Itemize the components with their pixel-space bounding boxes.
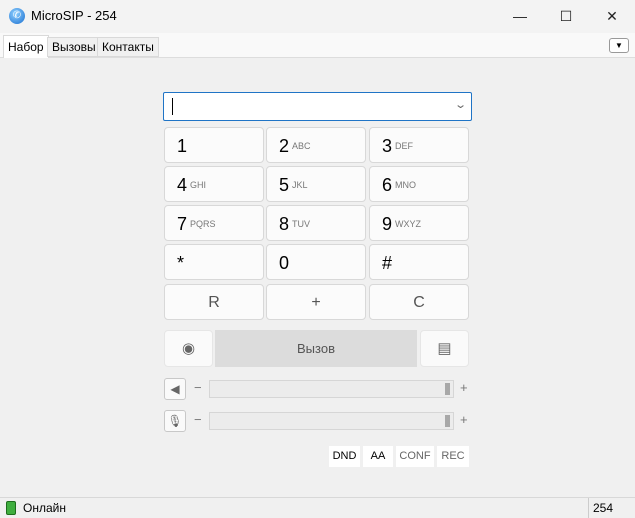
key-letters: MNO: [395, 180, 416, 190]
key-2[interactable]: 2 ABC: [266, 127, 366, 163]
key-letters: GHI: [190, 180, 207, 190]
plus-button[interactable]: +: [266, 284, 366, 320]
key-digit: 7: [177, 214, 188, 234]
record-button[interactable]: REC: [437, 446, 469, 467]
text-caret: [172, 98, 173, 115]
title-bar: ✆ MicroSIP - 254 — ☐ ✕: [0, 0, 635, 33]
tab-dialpad[interactable]: Набор: [3, 35, 49, 58]
microphone-icon: 🎙: [167, 414, 183, 428]
key-1[interactable]: 1: [164, 127, 264, 163]
redial-label: R: [208, 294, 220, 311]
clear-button[interactable]: C: [369, 284, 469, 320]
speaker-mute-button[interactable]: ◀: [164, 378, 186, 400]
dnd-button[interactable]: DND: [329, 446, 360, 467]
key-digit: 4: [177, 175, 188, 195]
key-digit: *: [177, 253, 185, 273]
speaker-minus: −: [194, 380, 202, 395]
speaker-volume-slider[interactable]: [209, 380, 454, 398]
key-#[interactable]: #: [369, 244, 469, 280]
app-phone-icon: ✆: [9, 8, 25, 24]
key-letters: TUV: [292, 219, 310, 229]
slider-thumb[interactable]: [445, 415, 450, 427]
key-9[interactable]: 9 WXYZ: [369, 205, 469, 241]
message-icon: ▤: [437, 340, 452, 357]
mic-plus: +: [460, 412, 468, 427]
key-digit: 1: [177, 136, 188, 156]
clear-label: C: [413, 294, 425, 311]
webcam-icon: ◉: [181, 340, 196, 357]
key-digit: 5: [279, 175, 290, 195]
account-number: 254: [593, 501, 614, 515]
message-button[interactable]: ▤: [420, 330, 469, 367]
status-text[interactable]: Онлайн: [23, 501, 66, 515]
maximize-button[interactable]: ☐: [543, 0, 589, 32]
key-8[interactable]: 8 TUV: [266, 205, 366, 241]
key-letters: PQRS: [190, 219, 216, 229]
plus-label: +: [311, 294, 321, 311]
key-digit: 3: [382, 136, 393, 156]
key-5[interactable]: 5 JKL: [266, 166, 366, 202]
conference-button[interactable]: CONF: [396, 446, 434, 467]
key-digit: 2: [279, 136, 290, 156]
key-letters: DEF: [395, 141, 413, 151]
key-7[interactable]: 7 PQRS: [164, 205, 264, 241]
key-*[interactable]: *: [164, 244, 264, 280]
redial-button[interactable]: R: [164, 284, 264, 320]
chevron-down-icon[interactable]: ⌄: [454, 98, 467, 111]
number-input[interactable]: ⌄: [163, 92, 472, 121]
key-digit: 9: [382, 214, 393, 234]
tab-contacts[interactable]: Контакты: [97, 37, 159, 57]
key-4[interactable]: 4 GHI: [164, 166, 264, 202]
key-0[interactable]: 0: [266, 244, 366, 280]
tab-calls[interactable]: Вызовы: [47, 37, 101, 57]
auto-answer-button[interactable]: AA: [363, 446, 393, 467]
tab-menu-button[interactable]: ▼: [609, 38, 629, 53]
key-letters: JKL: [292, 180, 308, 190]
speaker-plus: +: [460, 380, 468, 395]
key-digit: 0: [279, 253, 290, 273]
online-status-icon: [6, 501, 16, 515]
slider-thumb[interactable]: [445, 383, 450, 395]
key-6[interactable]: 6 MNO: [369, 166, 469, 202]
key-3[interactable]: 3 DEF: [369, 127, 469, 163]
minimize-button[interactable]: —: [497, 0, 543, 32]
key-letters: ABC: [292, 141, 311, 151]
key-digit: 6: [382, 175, 393, 195]
video-call-button[interactable]: ◉: [164, 330, 213, 367]
speaker-icon: ◀: [170, 382, 180, 396]
key-digit: 8: [279, 214, 290, 234]
window-title: MicroSIP - 254: [31, 8, 117, 23]
status-divider: [588, 498, 589, 518]
key-letters: WXYZ: [395, 219, 421, 229]
call-button[interactable]: Вызов: [215, 330, 417, 367]
key-digit: #: [382, 253, 393, 273]
mic-minus: −: [194, 412, 202, 427]
status-bar: Онлайн 254: [0, 497, 635, 518]
mic-volume-slider[interactable]: [209, 412, 454, 430]
close-button[interactable]: ✕: [589, 0, 635, 32]
mic-mute-button[interactable]: 🎙: [164, 410, 186, 432]
